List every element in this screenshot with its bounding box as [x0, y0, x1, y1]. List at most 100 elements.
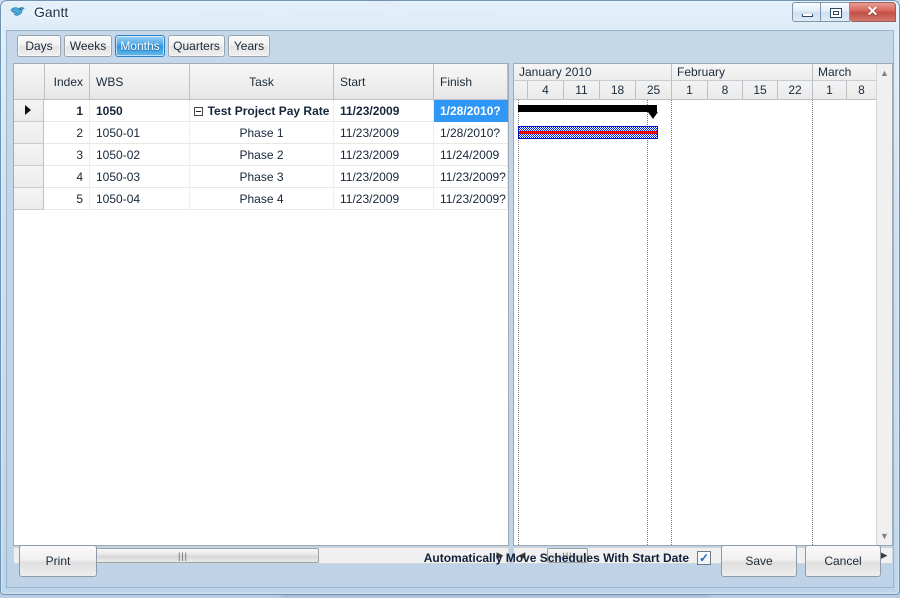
print-button[interactable]: Print [19, 545, 97, 577]
summary-bar-end-marker-icon [648, 112, 658, 119]
timeline-week-tick: 22 [778, 81, 813, 99]
minimize-button[interactable] [792, 2, 821, 22]
auto-move-label: Automatically Move Schedules With Start … [423, 551, 689, 565]
grid-column-header-wbs[interactable]: WBS [90, 64, 190, 99]
grid-cell-content: 11/23/2009 [340, 170, 399, 184]
grid-cell-content: 11/23/2009 [340, 104, 399, 118]
grid-cell-start[interactable]: 11/23/2009 [334, 144, 434, 166]
grid-cell-index[interactable]: 2 [45, 122, 90, 144]
gantt-gridline [518, 100, 519, 545]
timeline-month-label: February [677, 65, 726, 79]
grid-column-header-gutter[interactable] [14, 64, 45, 99]
grid-cell-text: 11/23/2009 [340, 192, 400, 206]
grid-cell-wbs[interactable]: 1050-04 [90, 188, 190, 210]
maximize-icon [830, 8, 842, 18]
grid-cell-finish[interactable]: 1/28/2010? [434, 100, 508, 122]
title-bar-left: Gantt [9, 4, 68, 20]
row-selector-cell[interactable] [14, 100, 44, 122]
grid-cell-content: 2 [76, 126, 83, 140]
grid-column-header-task[interactable]: Task [190, 64, 334, 99]
timescale-button-label: Weeks [69, 39, 107, 53]
timescale-button-days[interactable]: Days [17, 35, 61, 57]
grid-cell-wbs[interactable]: 1050-01 [90, 122, 190, 144]
grid-column-header-finish[interactable]: Finish [434, 64, 508, 99]
grid-column-header-start[interactable]: Start [334, 64, 434, 99]
timescale-button-quarters[interactable]: Quarters [168, 35, 225, 57]
timescale-button-years[interactable]: Years [228, 35, 270, 57]
grid-cell-wbs[interactable]: 1050 [90, 100, 190, 122]
row-selector-cell[interactable] [14, 144, 44, 166]
gantt-task-bar[interactable] [518, 126, 658, 139]
gantt-chart-panel[interactable]: January 2010 February March 4 11 18 25 1 8 15 22 1 8… [513, 63, 893, 546]
grid-cell-content: 4 [76, 170, 83, 184]
auto-move-checkbox[interactable]: ✓ [697, 551, 711, 565]
table-row[interactable]: 4 1050-03 Phase 3 11/23/2009 11/23/2009? [14, 166, 508, 188]
grid-cell-task[interactable]: Phase 2 [190, 144, 334, 166]
print-button-label: Print [45, 554, 71, 568]
grid-cell-start[interactable]: 11/23/2009 [334, 166, 434, 188]
checkmark-icon: ✓ [698, 550, 710, 565]
grid-column-header-label: Task [249, 74, 274, 89]
grid-cell-wbs[interactable]: 1050-02 [90, 144, 190, 166]
timescale-toolbar: Days Weeks Months Quarters Years [7, 31, 893, 63]
close-button[interactable]: ✕ [850, 2, 896, 22]
grid-cell-finish[interactable]: 11/24/2009 [434, 144, 508, 166]
grid-column-header-label: Finish [440, 74, 473, 89]
grid-cell-text: 1050-01 [96, 126, 141, 140]
row-selected-arrow-icon [25, 105, 31, 115]
timescale-button-months[interactable]: Months [115, 35, 165, 57]
timeline-week-tick: 1 [672, 81, 708, 99]
cancel-button[interactable]: Cancel [805, 545, 881, 577]
grid-cell-text: 11/23/2009 [340, 148, 400, 162]
grid-cell-finish[interactable]: 11/23/2009? [434, 166, 508, 188]
grid-cell-finish[interactable]: 1/28/2010? [434, 122, 508, 144]
grid-cell-content: 11/23/2009 [340, 126, 399, 140]
grid-cell-content: 1/28/2010? [440, 126, 500, 140]
grid-cell-task[interactable]: Test Project Pay Rate [190, 100, 334, 122]
grid-cell-index[interactable]: 3 [45, 144, 90, 166]
timeline-week-label: 8 [721, 83, 729, 97]
gantt-vertical-scrollbar[interactable]: ▲ ▼ [876, 64, 892, 545]
grid-cell-task[interactable]: Phase 1 [190, 122, 334, 144]
table-row[interactable]: 1 1050 Test Project Pay Rate 11/23/2009 1/28… [14, 100, 508, 122]
timescale-button-label: Quarters [173, 39, 220, 53]
row-selector-cell[interactable] [14, 188, 44, 210]
grid-cell-content: 1050-03 [96, 170, 140, 184]
grid-cell-task[interactable]: Phase 4 [190, 188, 334, 210]
table-row[interactable]: 2 1050-01 Phase 1 11/23/2009 1/28/2010? [14, 122, 508, 144]
timeline-week-label: 11 [575, 83, 588, 97]
grid-column-header-index[interactable]: Index [45, 64, 90, 99]
gantt-gridline [671, 100, 672, 545]
grid-cell-index[interactable]: 1 [45, 100, 90, 122]
minimize-icon [802, 14, 813, 17]
maximize-button[interactable] [821, 2, 850, 22]
row-selector-cell[interactable] [14, 122, 44, 144]
row-selector-cell[interactable] [14, 166, 44, 188]
grid-cell-start[interactable]: 11/23/2009 [334, 100, 434, 122]
window-title: Gantt [34, 4, 69, 20]
grid-cell-index[interactable]: 5 [45, 188, 90, 210]
grid-cell-task[interactable]: Phase 3 [190, 166, 334, 188]
gantt-summary-bar[interactable] [518, 105, 658, 119]
grid-cell-index[interactable]: 4 [45, 166, 90, 188]
table-row[interactable]: 5 1050-04 Phase 4 11/23/2009 11/23/2009? [14, 188, 508, 210]
grid-cell-finish[interactable]: 11/23/2009? [434, 188, 508, 210]
grid-cell-content: Test Project Pay Rate [193, 104, 330, 118]
timeline-week-tick: 25 [636, 81, 672, 99]
grid-cell-wbs[interactable]: 1050-03 [90, 166, 190, 188]
grid-cell-start[interactable]: 11/23/2009 [334, 122, 434, 144]
grid-cell-start[interactable]: 11/23/2009 [334, 188, 434, 210]
gantt-chart-body[interactable] [514, 100, 877, 545]
gantt-gridline [647, 100, 648, 545]
grid-cell-text: Test Project Pay Rate [207, 104, 330, 118]
title-bar[interactable]: Gantt ✕ [0, 0, 900, 30]
timeline-week-tick: 18 [600, 81, 636, 99]
save-button[interactable]: Save [721, 545, 797, 577]
grid-cell-content: 11/23/2009? [440, 192, 506, 206]
scroll-up-arrow-icon[interactable]: ▲ [877, 65, 892, 81]
bird-icon [10, 7, 25, 16]
task-grid-panel[interactable]: Index WBS Task Start Finish 1 1050 Test Projec… [13, 63, 509, 546]
table-row[interactable]: 3 1050-02 Phase 2 11/23/2009 11/24/2009 [14, 144, 508, 166]
collapse-expander-icon[interactable] [193, 106, 203, 116]
timescale-button-weeks[interactable]: Weeks [64, 35, 112, 57]
